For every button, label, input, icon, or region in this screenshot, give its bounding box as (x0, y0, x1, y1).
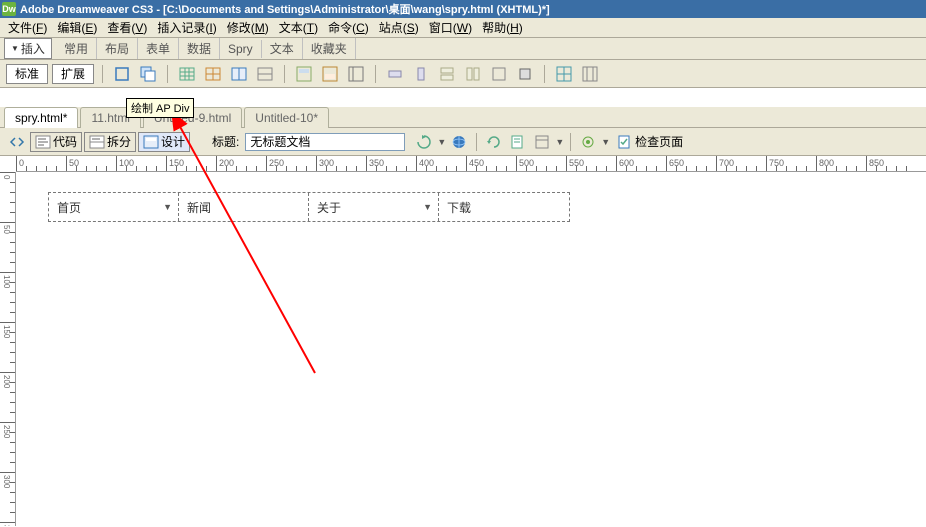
table-icon-1[interactable] (176, 64, 198, 84)
split-view-button[interactable]: 拆分 (84, 132, 136, 152)
spry-menu-item-2[interactable]: 关于▼ (309, 193, 439, 221)
menu-i[interactable]: 插入记录(I) (153, 17, 220, 38)
title-label: 标题: (212, 133, 239, 150)
app-logo: Dw (2, 2, 16, 16)
layout-icon-b[interactable] (319, 64, 341, 84)
insert-category-1[interactable]: 布局 (97, 38, 138, 59)
insert-category-0[interactable]: 常用 (56, 38, 97, 59)
spacer-icon-2[interactable] (410, 64, 432, 84)
ap-div-tooltip: 绘制 AP Div (126, 98, 194, 118)
insert-category-4[interactable]: Spry (220, 40, 262, 58)
design-canvas-container: 0501001502002503003504004505005506006507… (0, 156, 926, 526)
window-title: Adobe Dreamweaver CS3 - [C:\Documents an… (20, 1, 550, 17)
document-toolbar[interactable]: 代码 拆分 设计 标题: ▼ ▼ ▼ 检查页面 (0, 128, 926, 156)
table-icon-2[interactable] (202, 64, 224, 84)
layout-icon-c[interactable] (345, 64, 367, 84)
spacer-icon-3[interactable] (436, 64, 458, 84)
spacer-icon-5[interactable] (488, 64, 510, 84)
visual-aids-icon[interactable] (577, 132, 599, 152)
check-page-button[interactable]: 检查页面 (612, 132, 688, 152)
code-view-button[interactable]: 代码 (30, 132, 82, 152)
insert-bar[interactable]: 插入 常用布局表单数据Spry文本收藏夹 (0, 38, 926, 60)
doc-tab-3[interactable]: Untitled-10* (244, 107, 329, 128)
design-view-button[interactable]: 设计 (138, 132, 190, 152)
refresh-icon[interactable] (483, 132, 505, 152)
globe-icon[interactable] (448, 132, 470, 152)
frame-icon-1[interactable] (553, 64, 575, 84)
menu-f[interactable]: 文件(F) (4, 17, 51, 38)
spacer-icon-1[interactable] (384, 64, 406, 84)
doc-tab-0[interactable]: spry.html* (4, 107, 78, 128)
table-icon-3[interactable] (228, 64, 250, 84)
standard-mode-button[interactable]: 标准 (6, 64, 48, 84)
vertical-ruler: 050100150200250300350 (0, 172, 16, 526)
spry-menu-item-1[interactable]: 新闻 (179, 193, 309, 221)
draw-ap-div-icon[interactable] (137, 64, 159, 84)
title-input[interactable] (245, 133, 405, 151)
file-mgmt-icon[interactable] (507, 132, 529, 152)
design-canvas[interactable]: 首页▼新闻关于▼下载 (16, 172, 926, 526)
sync-icon[interactable] (413, 132, 435, 152)
layout-icon-a[interactable] (293, 64, 315, 84)
menu-w[interactable]: 窗口(W) (425, 17, 476, 38)
insert-category-3[interactable]: 数据 (179, 38, 220, 59)
spry-menu-bar[interactable]: 首页▼新闻关于▼下载 (48, 192, 570, 222)
dropdown-arrow-icon: ▼ (423, 202, 432, 212)
menu-t[interactable]: 文本(T) (275, 17, 322, 38)
insert-category-2[interactable]: 表单 (138, 38, 179, 59)
horizontal-ruler: 0501001502002503003504004505005506006507… (16, 156, 926, 172)
insert-category-6[interactable]: 收藏夹 (303, 38, 356, 59)
view-options-icon[interactable] (531, 132, 553, 152)
spry-menu-item-0[interactable]: 首页▼ (49, 193, 179, 221)
menu-m[interactable]: 修改(M) (223, 17, 273, 38)
dropdown-arrow-icon: ▼ (163, 202, 172, 212)
title-bar: Dw Adobe Dreamweaver CS3 - [C:\Documents… (0, 0, 926, 18)
menu-c[interactable]: 命令(C) (324, 17, 373, 38)
layout-toolbar[interactable]: 标准 扩展 (0, 60, 926, 88)
insert-toggle[interactable]: 插入 (4, 38, 52, 59)
menu-bar[interactable]: 文件(F)编辑(E)查看(V)插入记录(I)修改(M)文本(T)命令(C)站点(… (0, 18, 926, 38)
menu-e[interactable]: 编辑(E) (53, 17, 101, 38)
menu-s[interactable]: 站点(S) (375, 17, 423, 38)
spacer-icon-6[interactable] (514, 64, 536, 84)
menu-h[interactable]: 帮助(H) (478, 17, 527, 38)
expanded-mode-button[interactable]: 扩展 (52, 64, 94, 84)
spacer-icon-4[interactable] (462, 64, 484, 84)
frame-icon-2[interactable] (579, 64, 601, 84)
table-icon-4[interactable] (254, 64, 276, 84)
insert-toggle-label: 插入 (21, 40, 45, 57)
spry-menu-item-3[interactable]: 下载 (439, 193, 569, 221)
show-code-nav-icon[interactable] (6, 132, 28, 152)
insert-div-icon[interactable] (111, 64, 133, 84)
insert-category-5[interactable]: 文本 (262, 38, 303, 59)
menu-v[interactable]: 查看(V) (103, 17, 151, 38)
